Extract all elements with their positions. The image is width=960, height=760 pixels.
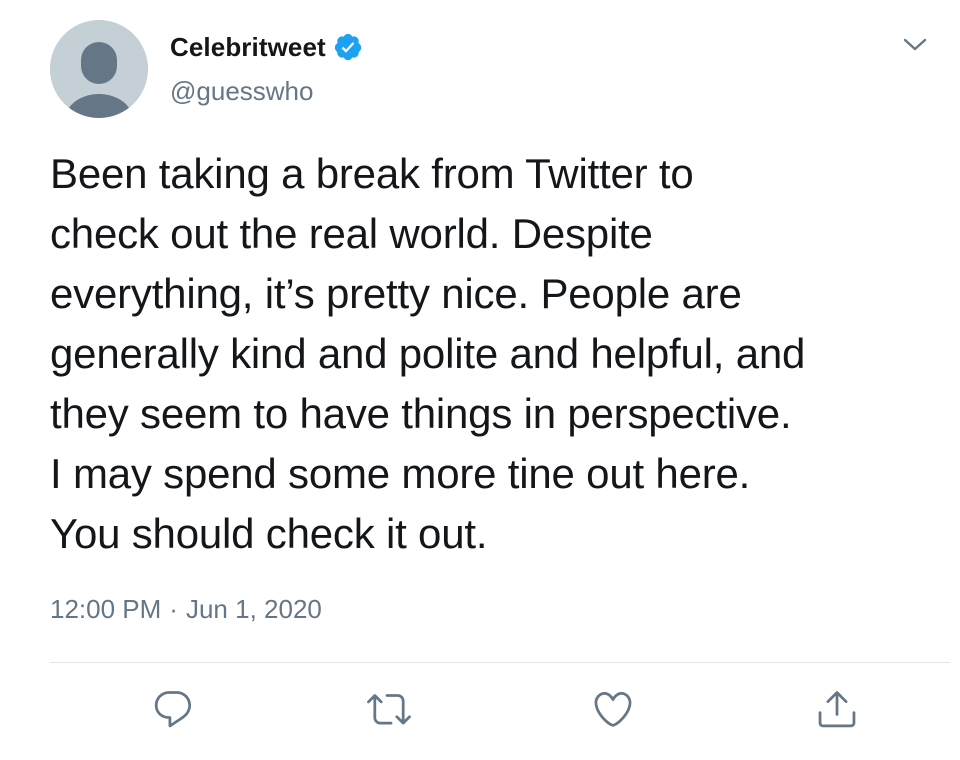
share-icon [818,691,856,728]
verified-badge-icon [333,32,363,62]
divider [50,662,950,663]
chevron-down-icon[interactable] [898,30,932,60]
tweet-text: Been taking a break from Twitter to chec… [50,150,806,557]
retweet-button[interactable] [364,684,414,734]
author-row: Celebritweet [170,30,363,64]
share-button[interactable] [812,684,862,734]
reply-icon [154,691,192,728]
display-name[interactable]: Celebritweet [170,32,326,63]
like-button[interactable] [588,684,638,734]
avatar[interactable] [50,20,148,118]
meta-separator: · [169,594,178,624]
tweet-card: Celebritweet @guesswho Been taking a bre… [0,0,960,760]
retweet-icon [367,694,411,725]
tweet-time[interactable]: 12:00 PM [50,594,161,625]
default-avatar-icon [50,20,148,118]
reply-button[interactable] [148,684,198,734]
tweet-date[interactable]: Jun 1, 2020 [186,594,322,625]
tweet-timestamp[interactable]: 12:00 PM · Jun 1, 2020 [50,594,322,625]
user-handle[interactable]: @guesswho [170,76,313,107]
heart-icon [594,691,632,727]
